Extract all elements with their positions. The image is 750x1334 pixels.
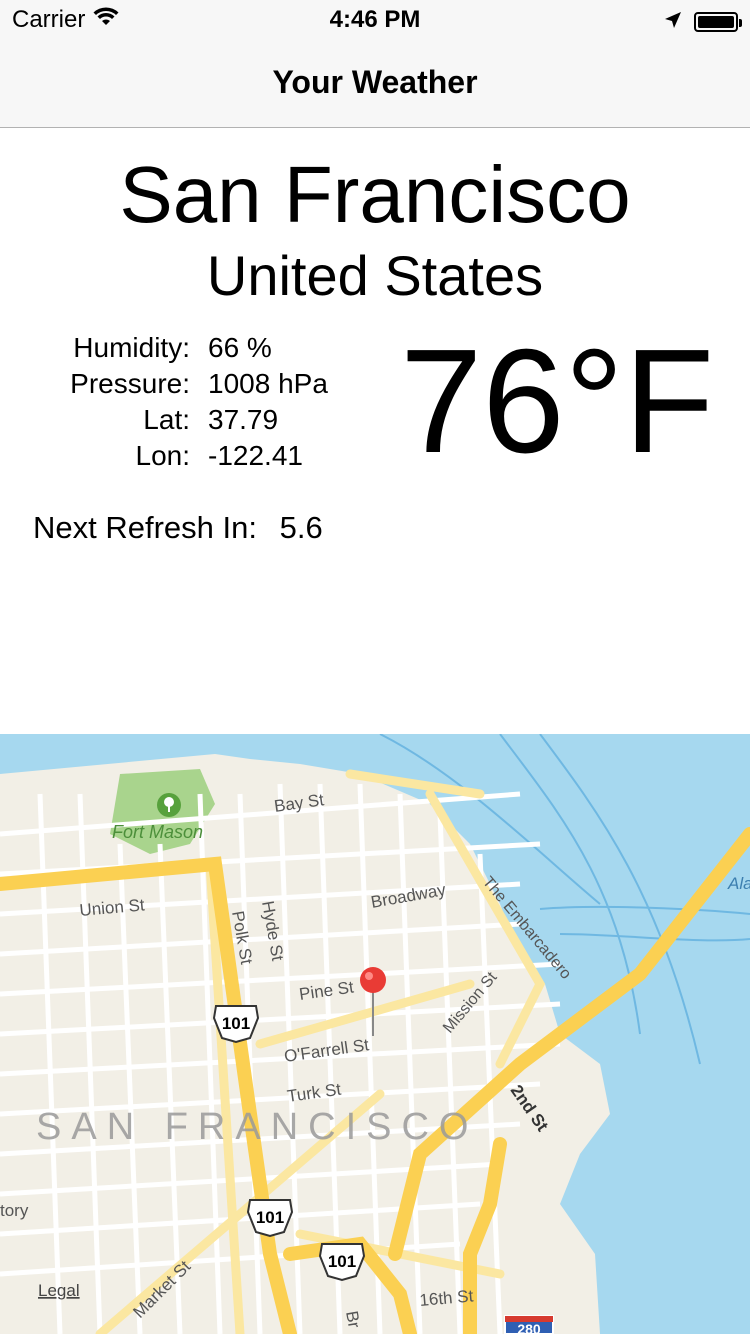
location-arrow-icon: [664, 8, 682, 36]
hwy-101-label-1: 101: [222, 1014, 250, 1033]
country-name: United States: [206, 244, 544, 307]
longitude-label: Lon:: [135, 440, 191, 471]
map-label-city: SAN FRANCISCO: [36, 1106, 478, 1148]
longitude-value: -122.41: [208, 440, 303, 471]
battery-icon: [694, 12, 742, 32]
hwy-101-shield-1: 101: [212, 1005, 260, 1044]
map-label-fort-mason: Fort Mason: [112, 822, 203, 842]
park-tree-icon: [157, 793, 181, 817]
navigation-bar: Your Weather: [0, 40, 750, 128]
map-canvas[interactable]: Fort Mason Bay St Union St Polk St Hyde …: [0, 734, 750, 1334]
battery-fill: [698, 16, 734, 28]
temperature: 76°F: [400, 319, 715, 484]
refresh-value: 5.6: [279, 510, 323, 545]
map-label-ala: Ala: [727, 874, 750, 893]
humidity-label: Humidity:: [73, 332, 190, 363]
pressure-label: Pressure:: [70, 368, 190, 399]
hwy-101-shield-3: 101: [318, 1243, 366, 1282]
interstate-280-shield: 280: [504, 1315, 554, 1334]
map-legal-link[interactable]: Legal: [38, 1281, 80, 1300]
humidity-value: 66 %: [208, 332, 272, 363]
latitude-label: Lat:: [143, 404, 190, 435]
refresh-countdown: Next Refresh In: 5.6: [33, 510, 323, 546]
status-bar: Carrier 4:46 PM: [0, 0, 750, 40]
map-view[interactable]: Fort Mason Bay St Union St Polk St Hyde …: [0, 734, 750, 1334]
interstate-280-label: 280: [517, 1321, 541, 1334]
status-time: 4:46 PM: [329, 6, 421, 33]
status-right: [664, 8, 742, 36]
latitude-value: 37.79: [208, 404, 279, 435]
hwy-101-label-3: 101: [328, 1252, 356, 1271]
hwy-101-shield-2: 101: [246, 1199, 294, 1238]
nav-title: Your Weather: [272, 64, 478, 100]
pressure-value: 1008 hPa: [208, 368, 328, 399]
hwy-101-label-2: 101: [256, 1208, 284, 1227]
city-name: San Francisco: [119, 150, 631, 239]
map-label-tory: tory: [0, 1201, 29, 1220]
refresh-label: Next Refresh In:: [33, 510, 257, 545]
